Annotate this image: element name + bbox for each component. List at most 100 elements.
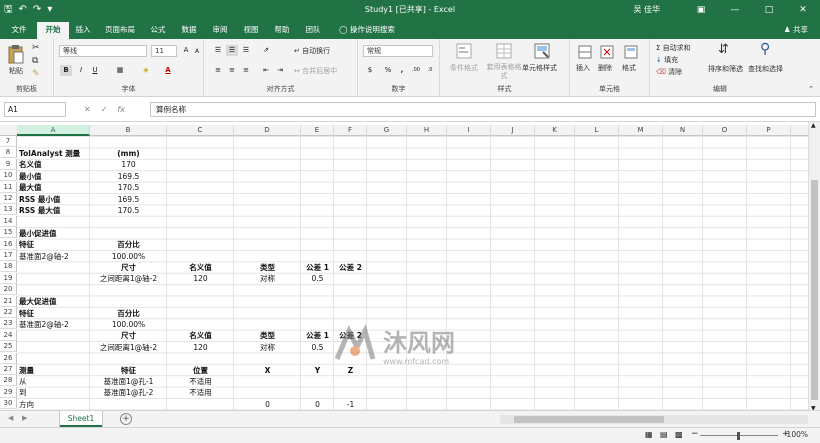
page-break-view-icon[interactable]: ▩ [675, 430, 683, 439]
cell-b16[interactable]: 百分比 [92, 239, 165, 250]
insert-function-icon[interactable]: fx [117, 102, 125, 117]
row-header-16[interactable]: 16 [0, 238, 17, 250]
align-middle-icon[interactable]: ☰ [226, 45, 238, 56]
cell-e18[interactable]: 公差 1 [303, 262, 332, 273]
increase-decimal-icon[interactable]: .00 [410, 65, 422, 76]
merge-center-button[interactable]: ↔ 合并后居中 [294, 66, 337, 76]
cell-styles-icon[interactable] [534, 43, 550, 59]
tab-formulas[interactable]: 公式 [145, 20, 171, 39]
row-header-25[interactable]: 25 [0, 341, 17, 353]
collapse-ribbon-icon[interactable]: ⌃ [808, 85, 814, 93]
next-sheet-icon[interactable]: ▶ [22, 414, 27, 422]
page-layout-view-icon[interactable]: ▤ [660, 430, 668, 439]
row-header-21[interactable]: 21 [0, 295, 17, 307]
font-color-icon[interactable]: A [162, 65, 174, 76]
formula-input[interactable]: 算例名称 [150, 102, 816, 117]
row-header-20[interactable]: 20 [0, 284, 17, 296]
column-header-p[interactable]: P [747, 125, 791, 136]
tab-review[interactable]: 审阅 [207, 20, 233, 39]
cell-f18[interactable]: 公差 2 [336, 262, 365, 273]
tab-insert[interactable]: 插入 [72, 20, 94, 39]
cell-c18[interactable]: 名义值 [169, 262, 232, 273]
zoom-level[interactable]: 100% [787, 430, 808, 439]
share-button[interactable]: ♟ 共享 [784, 20, 808, 39]
cell-a21[interactable]: 最大促进值 [19, 296, 88, 307]
cell-a15[interactable]: 最小促进值 [19, 228, 88, 239]
row-header-27[interactable]: 27 [0, 364, 17, 375]
paste-icon[interactable] [7, 44, 25, 64]
cell-d24[interactable]: 类型 [236, 330, 299, 341]
scroll-up-icon[interactable]: ▲ [811, 122, 816, 129]
delete-button[interactable]: 删除 [598, 63, 612, 73]
cell-b11[interactable]: 170.5 [92, 182, 165, 193]
cell-a16[interactable]: 特征 [19, 239, 88, 250]
decrease-font-size-button[interactable]: A [191, 46, 203, 57]
row-header-26[interactable]: 26 [0, 352, 17, 364]
minimize-icon[interactable]: — [718, 0, 752, 20]
cell-a22[interactable]: 特征 [19, 308, 88, 319]
number-format-select[interactable]: 常规 [363, 45, 433, 57]
insert-button[interactable]: 插入 [576, 63, 590, 73]
tab-team[interactable]: 团队 [300, 20, 326, 39]
find-select-button[interactable]: 查找和选择 [748, 64, 783, 74]
cell-a27[interactable]: 测量 [19, 365, 88, 376]
row-header-7[interactable]: 7 [0, 136, 17, 147]
cell-c29[interactable]: 不适用 [169, 387, 232, 398]
percent-button[interactable]: % [382, 65, 394, 76]
cell-e25[interactable]: 0.5 [303, 342, 332, 353]
format-as-table-button[interactable]: 套用表格格式 [484, 63, 524, 81]
cell-e30[interactable]: 0 [303, 399, 332, 410]
row-header-9[interactable]: 9 [0, 158, 17, 170]
tell-me-search[interactable]: ◯ 操作说明搜索 [332, 20, 402, 39]
column-header-e[interactable]: E [301, 125, 334, 136]
row-header-29[interactable]: 29 [0, 386, 17, 398]
vertical-scroll-thumb[interactable] [811, 180, 818, 400]
column-header-n[interactable]: N [663, 125, 703, 136]
cell-d30[interactable]: 0 [236, 399, 299, 410]
cell-c28[interactable]: 不适用 [169, 376, 232, 387]
paste-button[interactable]: 粘贴 [9, 66, 23, 76]
font-size-select[interactable]: 11 [151, 45, 177, 57]
normal-view-icon[interactable]: ▦ [645, 430, 653, 439]
close-icon[interactable]: ✕ [786, 0, 820, 20]
bold-button[interactable]: B [60, 65, 72, 76]
cell-c25[interactable]: 120 [169, 342, 232, 353]
column-header-h[interactable]: H [407, 125, 447, 136]
cell-d25[interactable]: 对称 [236, 342, 299, 353]
cell-a30[interactable]: 方向 [19, 399, 88, 410]
sheet-tab-sheet1[interactable]: Sheet1 [60, 411, 102, 427]
tab-help[interactable]: 帮助 [269, 20, 295, 39]
fill-button[interactable]: ↓ 填充 [656, 55, 678, 65]
cell-b25[interactable]: 之间距离1@轴-2 [92, 342, 165, 353]
cell-b9[interactable]: 170 [92, 159, 165, 170]
row-header-14[interactable]: 14 [0, 215, 17, 227]
cell-b17[interactable]: 100.00% [92, 251, 165, 262]
cell-b8[interactable]: (mm) [92, 148, 165, 159]
cell-a8[interactable]: TolAnalyst 测量 [19, 148, 88, 159]
format-button[interactable]: 格式 [622, 63, 636, 73]
maximize-icon[interactable]: □ [752, 0, 786, 20]
align-center-icon[interactable]: ≡ [226, 65, 238, 76]
currency-button[interactable]: $ [364, 65, 376, 76]
column-header-d[interactable]: D [234, 125, 301, 136]
cell-c19[interactable]: 120 [169, 273, 232, 284]
cell-a13[interactable]: RSS 最大值 [19, 205, 88, 216]
horizontal-scrollbar[interactable] [500, 415, 808, 424]
sort-filter-icon[interactable]: ⇵ [718, 42, 729, 57]
wrap-text-button[interactable]: ↵ 自动换行 [294, 46, 330, 56]
format-painter-icon[interactable]: ✎ [32, 69, 40, 79]
cell-e24[interactable]: 公差 1 [303, 330, 332, 341]
row-header-8[interactable]: 8 [0, 147, 17, 159]
tab-data[interactable]: 数据 [176, 20, 202, 39]
cell-e27[interactable]: Y [303, 365, 332, 376]
cell-a28[interactable]: 从 [19, 376, 88, 387]
row-header-30[interactable]: 30 [0, 398, 17, 410]
align-bottom-icon[interactable]: ☰ [240, 45, 252, 56]
decrease-decimal-icon[interactable]: .0 [424, 65, 436, 76]
row-header-17[interactable]: 17 [0, 250, 17, 261]
column-header-l[interactable]: L [575, 125, 619, 136]
column-header-g[interactable]: G [367, 125, 407, 136]
cell-d27[interactable]: X [236, 365, 299, 376]
cell-b24[interactable]: 尺寸 [92, 330, 165, 341]
cell-b13[interactable]: 170.5 [92, 205, 165, 216]
